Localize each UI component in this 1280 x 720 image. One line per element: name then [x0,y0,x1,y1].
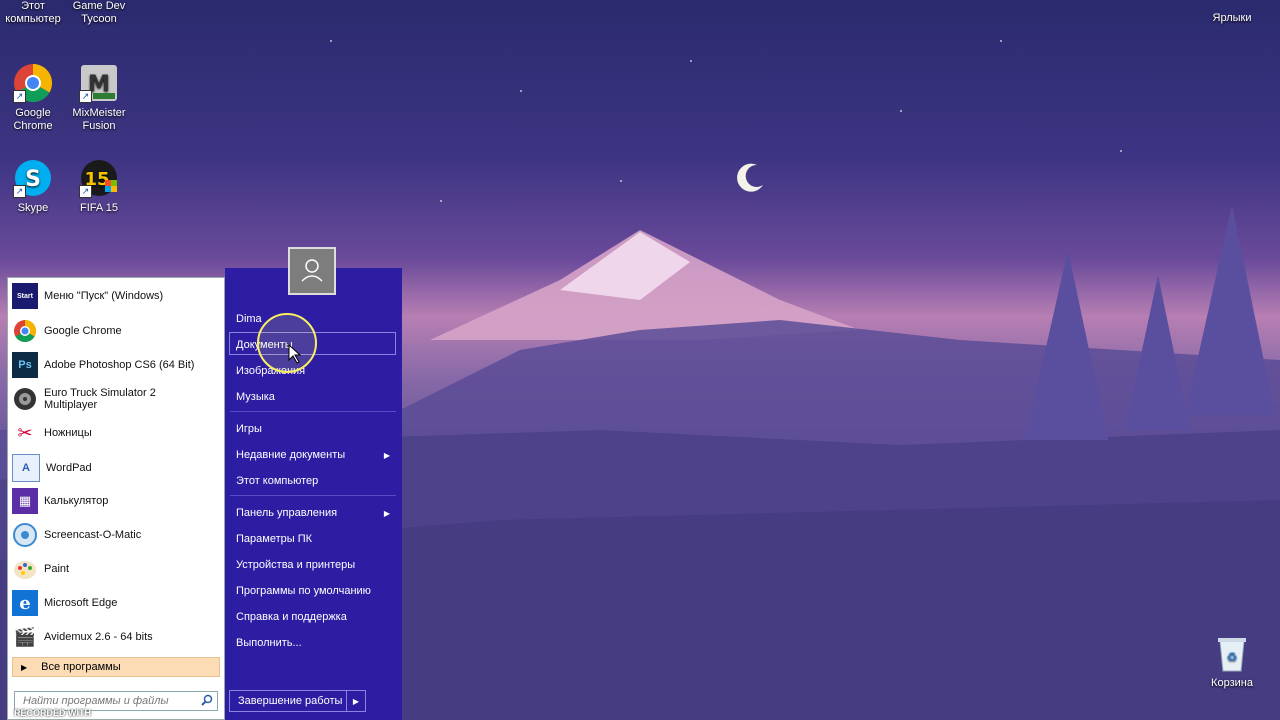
all-programs-label: Все программы [41,661,121,673]
chevron-right-icon[interactable]: ▶ [346,691,365,711]
menu-item-this-pc[interactable]: Этот компьютер [236,475,318,487]
program-chrome[interactable]: Google Chrome [12,318,222,344]
chevron-right-icon: ▶ [383,451,390,460]
chrome-label: Google Chrome [13,107,53,132]
shutdown-label: Завершение работы [238,695,343,707]
photoshop-icon: Ps [12,352,38,378]
shortcuts-label: Ярлыки [1212,12,1252,24]
separator [230,495,396,496]
desktop-icon-mixmeister[interactable]: M ↗ MixMeister Fusion [66,63,132,133]
skype-label: Skype [17,202,49,214]
triangle-right-icon: ▶ [21,662,28,672]
program-edge[interactable]: e Microsoft Edge [12,590,222,616]
program-label: Ножницы [44,427,92,439]
svg-text:S: S [25,167,41,192]
paint-icon [12,556,38,582]
mixmeister-label: MixMeister Fusion [72,107,126,132]
chrome-icon: ↗ [13,63,53,103]
user-avatar[interactable] [288,247,336,295]
start-menu-programs-pane: Start Меню "Пуск" (Windows) Google Chrom… [7,277,225,720]
search-icon [201,694,213,712]
program-calculator[interactable]: ▦ Калькулятор [12,488,222,514]
shutdown-button[interactable]: Завершение работы ▶ [229,690,366,712]
desktop-icon-chrome[interactable]: ↗ Google Chrome [0,63,66,133]
program-label: Paint [44,563,70,575]
mixmeister-icon: M ↗ [79,63,119,103]
program-wordpad[interactable]: A WordPad [12,454,222,482]
desktop-icon-fifa[interactable]: 15 ↗ FIFA 15 [66,158,132,215]
scissors-icon: ✂ [17,422,33,443]
program-label: Microsoft Edge [44,597,118,609]
program-label: Калькулятор [44,495,109,507]
game-dev-tycoon-label: Game Dev Tycoon [72,0,126,25]
program-photoshop[interactable]: Ps Adobe Photoshop CS6 (64 Bit) [12,352,222,378]
program-label: WordPad [46,462,92,474]
search-placeholder: Найти программы и файлы [23,695,169,707]
recycle-bin-label: Корзина [1211,677,1253,689]
this-pc-label: Этот компьютер [5,0,61,25]
program-label: Euro Truck Simulator 2 Multiplayer [44,387,156,411]
calculator-icon: ▦ [12,488,38,514]
menu-item-recent-documents[interactable]: Недавние документы [236,449,345,461]
menu-item-devices-printers[interactable]: Устройства и принтеры [236,559,355,571]
chevron-right-icon: ▶ [383,509,390,518]
menu-item-control-panel[interactable]: Панель управления [236,507,337,519]
recording-watermark: RECORDED WITH [14,708,91,718]
program-avidemux[interactable]: 🎬 Avidemux 2.6 - 64 bits [12,624,222,650]
menu-item-pc-settings[interactable]: Параметры ПК [236,533,312,545]
edge-icon: e [12,590,38,616]
program-scissors[interactable]: ✂ Ножницы [12,420,222,446]
screencast-icon [12,522,38,548]
desktop-icon-this-pc[interactable]: Этот компьютер [0,0,66,26]
menu-item-help[interactable]: Справка и поддержка [236,611,347,623]
program-label: Avidemux 2.6 - 64 bits [44,631,153,643]
desktop-icon-game-dev-tycoon[interactable]: Game Dev Tycoon [66,0,132,26]
wordpad-icon: A [12,454,40,482]
svg-text:♻: ♻ [1227,650,1238,664]
menu-item-games[interactable]: Игры [236,423,262,435]
program-screencast[interactable]: Screencast-O-Matic [12,522,222,548]
menu-item-default-programs[interactable]: Программы по умолчанию [236,585,371,597]
desktop-icon-skype[interactable]: S ↗ Skype [0,158,66,215]
chrome-icon [12,318,38,344]
recycle-bin-icon: ♻ [1212,633,1252,673]
program-paint[interactable]: Paint [12,556,222,582]
ets2-icon [12,386,38,412]
program-label: Screencast-O-Matic [44,529,142,541]
fifa-label: FIFA 15 [80,202,118,214]
separator [230,411,396,412]
all-programs-button[interactable]: ▶ Все программы [12,657,220,677]
desktop-icon-shortcuts[interactable]: Ярлыки [1199,0,1265,25]
user-icon [301,259,323,282]
menu-item-run[interactable]: Выполнить... [236,637,302,649]
program-ets2[interactable]: Euro Truck Simulator 2 Multiplayer [12,386,222,412]
program-start-menu[interactable]: Start Меню "Пуск" (Windows) [12,283,222,309]
start-menu-icon: Start [12,283,38,309]
fifa-icon: 15 ↗ [79,158,119,198]
skype-icon: S ↗ [13,158,53,198]
program-label: Google Chrome [44,325,122,337]
program-label: Меню "Пуск" (Windows) [44,290,164,302]
cursor-highlight [257,313,317,373]
menu-item-music[interactable]: Музыка [236,391,275,403]
avidemux-icon: 🎬 [13,626,37,647]
program-label: Adobe Photoshop CS6 (64 Bit) [44,359,195,371]
desktop-icon-recycle-bin[interactable]: ♻ Корзина [1199,633,1265,690]
